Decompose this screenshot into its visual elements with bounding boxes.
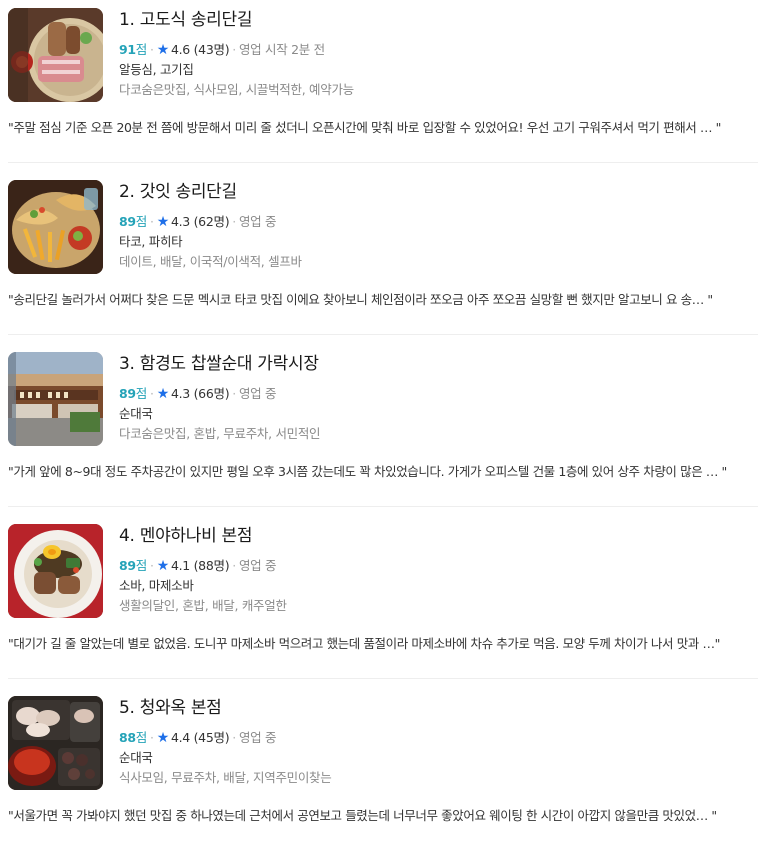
rating-text: 4.3 (62명) xyxy=(170,214,230,229)
restaurant-item[interactable]: 2. 갓잇 송리단길 89점 · ★ 4.3 (62명) · 영업 중 타코, 파히타 데… xyxy=(0,172,768,344)
rating-text: 4.1 (88명) xyxy=(170,558,230,573)
score-value: 88 xyxy=(119,730,136,745)
separator-dot: · xyxy=(232,214,236,229)
review-snippet[interactable]: "대기가 길 줄 알았는데 별로 없었음. 도니꾸 마제소바 먹으려고 했는데 … xyxy=(8,635,758,653)
grilled-meat-photo-icon xyxy=(8,8,103,102)
separator-dot: · xyxy=(150,42,154,57)
score-value: 91 xyxy=(119,42,136,57)
storefront-photo-icon xyxy=(8,352,103,446)
restaurant-tags: 식사모임, 무료주차, 배달, 지역주민이찾는 xyxy=(119,770,332,785)
restaurant-tags: 데이트, 배달, 이국적/이색적, 셀프바 xyxy=(119,254,302,269)
restaurant-thumbnail[interactable] xyxy=(8,352,103,446)
restaurant-thumbnail[interactable] xyxy=(8,180,103,274)
score-value: 89 xyxy=(119,214,136,229)
restaurant-thumbnail[interactable] xyxy=(8,524,103,618)
score-unit: 점 xyxy=(135,42,148,57)
separator-dot: · xyxy=(150,730,154,745)
restaurant-category: 순대국 xyxy=(119,406,153,421)
business-status: 영업 중 xyxy=(238,558,277,573)
restaurant-title[interactable]: 1. 고도식 송리단길 xyxy=(119,9,758,31)
restaurant-meta: 91점 · ★ 4.6 (43명) · 영업 시작 2분 전 xyxy=(119,41,758,59)
restaurant-category: 소바, 마제소바 xyxy=(119,578,194,593)
separator-dot: · xyxy=(232,42,236,57)
restaurant-title[interactable]: 4. 멘야하나비 본점 xyxy=(119,525,758,547)
separator-dot: · xyxy=(150,558,154,573)
separator-dot: · xyxy=(150,214,154,229)
divider xyxy=(8,334,758,335)
separator-dot: · xyxy=(232,730,236,745)
divider xyxy=(8,506,758,507)
restaurant-meta: 89점 · ★ 4.3 (62명) · 영업 중 xyxy=(119,213,758,231)
score-value: 89 xyxy=(119,386,136,401)
divider xyxy=(8,678,758,679)
business-status: 영업 시작 2분 전 xyxy=(238,42,325,57)
score-value: 89 xyxy=(119,558,136,573)
taco-platter-photo-icon xyxy=(8,180,103,274)
restaurant-meta: 89점 · ★ 4.3 (66명) · 영업 중 xyxy=(119,385,758,403)
review-snippet[interactable]: "송리단길 놀러가서 어쩌다 찾은 드문 멕시코 타코 맛집 이에요 찾아보니 … xyxy=(8,291,758,309)
score-unit: 점 xyxy=(135,386,148,401)
restaurant-thumbnail[interactable] xyxy=(8,696,103,790)
separator-dot: · xyxy=(232,558,236,573)
restaurant-item[interactable]: 1. 고도식 송리단길 91점 · ★ 4.6 (43명) · 영업 시작 2분 전 알등… xyxy=(0,0,768,172)
restaurant-title[interactable]: 2. 갓잇 송리단길 xyxy=(119,181,758,203)
restaurant-title[interactable]: 3. 함경도 찹쌀순대 가락시장 xyxy=(119,353,758,375)
business-status: 영업 중 xyxy=(238,214,277,229)
restaurant-tags: 다코숨은맛집, 혼밥, 무료주차, 서민적인 xyxy=(119,426,321,441)
star-icon: ★ xyxy=(156,558,170,574)
restaurant-item[interactable]: 3. 함경도 찹쌀순대 가락시장 89점 · ★ 4.3 (66명) · 영업 중 순대국… xyxy=(0,344,768,516)
separator-dot: · xyxy=(150,386,154,401)
restaurant-item[interactable]: 4. 멘야하나비 본점 89점 · ★ 4.1 (88명) · 영업 중 소바, 마제소바… xyxy=(0,516,768,688)
restaurant-thumbnail[interactable] xyxy=(8,8,103,102)
rating-text: 4.4 (45명) xyxy=(170,730,230,745)
review-snippet[interactable]: "서울가면 꼭 가봐야지 했던 맛집 중 하나였는데 근처에서 공연보고 들렸는… xyxy=(8,807,758,825)
star-icon: ★ xyxy=(156,386,170,402)
score-unit: 점 xyxy=(135,558,148,573)
restaurant-title[interactable]: 5. 청와옥 본점 xyxy=(119,697,758,719)
score-unit: 점 xyxy=(135,214,148,229)
business-status: 영업 중 xyxy=(238,386,277,401)
star-icon: ★ xyxy=(156,42,170,58)
restaurant-meta: 89점 · ★ 4.1 (88명) · 영업 중 xyxy=(119,557,758,575)
divider xyxy=(8,162,758,163)
review-snippet[interactable]: "주말 점심 기준 오픈 20분 전 쯤에 방문해서 미리 줄 섰더니 오픈시간… xyxy=(8,119,758,137)
restaurant-category: 알등심, 고기집 xyxy=(119,62,194,77)
restaurant-category: 타코, 파히타 xyxy=(119,234,183,249)
restaurant-item[interactable]: 5. 청와옥 본점 88점 · ★ 4.4 (45명) · 영업 중 순대국 식사모임, … xyxy=(0,688,768,860)
restaurant-tags: 생활의달인, 혼밥, 배달, 캐주얼한 xyxy=(119,598,287,613)
restaurant-category: 순대국 xyxy=(119,750,153,765)
restaurant-tags: 다코숨은맛집, 식사모임, 시끌벅적한, 예약가능 xyxy=(119,82,354,97)
score-unit: 점 xyxy=(135,730,148,745)
sundae-plate-photo-icon xyxy=(8,696,103,790)
review-snippet[interactable]: "가게 앞에 8~9대 정도 주차공간이 있지만 평일 오후 3시쯤 갔는데도 … xyxy=(8,463,758,481)
rating-text: 4.3 (66명) xyxy=(170,386,230,401)
business-status: 영업 중 xyxy=(238,730,277,745)
separator-dot: · xyxy=(232,386,236,401)
star-icon: ★ xyxy=(156,214,170,230)
star-icon: ★ xyxy=(156,730,170,746)
rating-text: 4.6 (43명) xyxy=(170,42,230,57)
restaurant-meta: 88점 · ★ 4.4 (45명) · 영업 중 xyxy=(119,729,758,747)
mazesoba-bowl-photo-icon xyxy=(8,524,103,618)
